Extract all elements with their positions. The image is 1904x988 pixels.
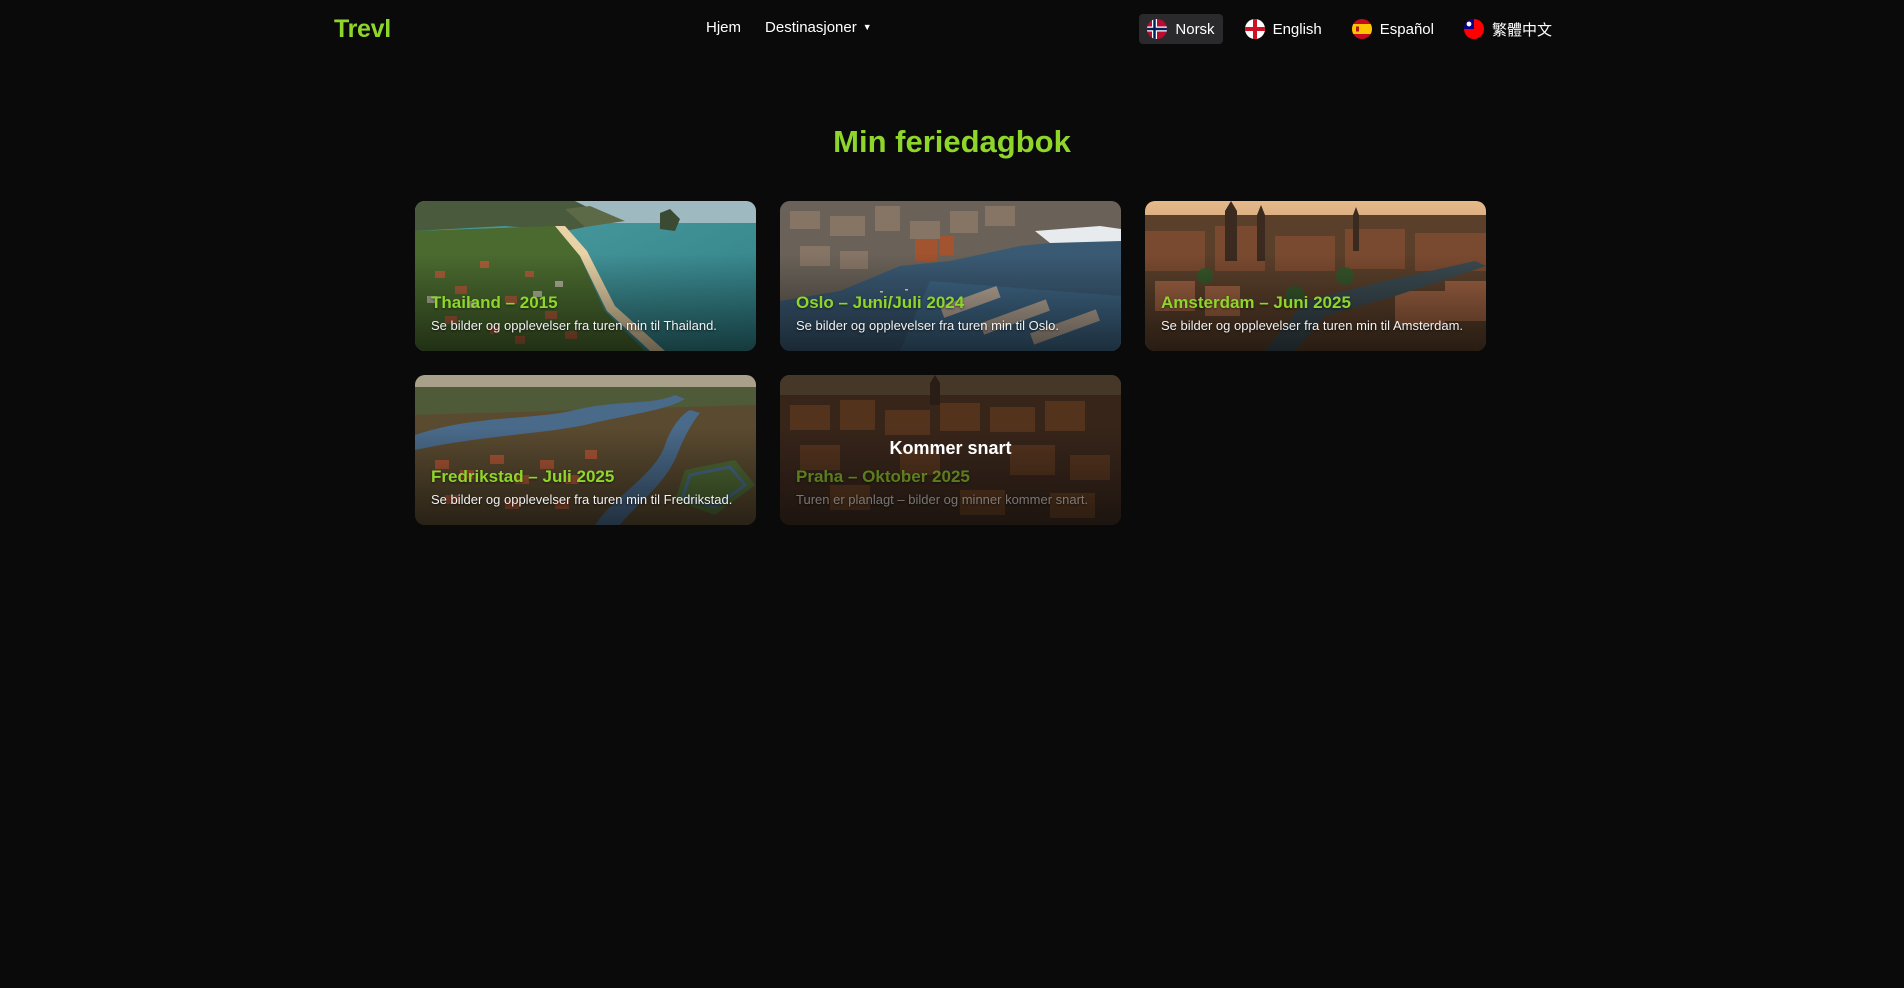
card-description: Se bilder og opplevelser fra turen min t… xyxy=(431,492,733,507)
brand-logo[interactable]: Trevl xyxy=(334,15,391,44)
card-description: Se bilder og opplevelser fra turen min t… xyxy=(431,318,717,333)
card-title: Fredrikstad – Juli 2025 xyxy=(431,467,615,486)
card-description: Turen er planlagt – bilder og minner kom… xyxy=(796,492,1089,507)
main-nav: Hjem Destinasjoner ▼ xyxy=(706,19,872,36)
card-title: Amsterdam – Juni 2025 xyxy=(1161,293,1351,312)
trip-card-thailand[interactable]: Thailand – 2015 Se bilder og opplevelser… xyxy=(415,201,756,351)
norway-flag-icon xyxy=(1147,19,1168,39)
language-option-english[interactable]: English xyxy=(1237,14,1330,44)
trip-card-praha-coming-soon: Praha – Oktober 2025 Turen er planlagt –… xyxy=(780,375,1121,525)
language-label: Norsk xyxy=(1175,20,1215,38)
nav-dropdown-destinations[interactable]: Destinasjoner ▼ xyxy=(765,19,872,36)
trip-card-amsterdam[interactable]: Amsterdam – Juni 2025 Se bilder og opple… xyxy=(1145,201,1486,351)
caret-down-icon: ▼ xyxy=(862,22,872,32)
coming-soon-overlay: Kommer snart xyxy=(889,438,1012,458)
language-option-chinese[interactable]: 繁體中文 xyxy=(1456,14,1560,44)
language-option-norsk[interactable]: Norsk xyxy=(1139,14,1223,44)
language-label: English xyxy=(1272,20,1322,38)
trip-card-oslo[interactable]: Oslo – Juni/Juli 2024 Se bilder og opple… xyxy=(780,201,1121,351)
language-label: Español xyxy=(1379,20,1434,38)
card-title: Praha – Oktober 2025 xyxy=(796,467,970,486)
card-title: Oslo – Juni/Juli 2024 xyxy=(796,293,965,312)
trip-card-fredrikstad[interactable]: Fredrikstad – Juli 2025 Se bilder og opp… xyxy=(415,375,756,525)
card-title: Thailand – 2015 xyxy=(431,293,558,312)
top-navigation-bar: Trevl Hjem Destinasjoner ▼ Norsk English… xyxy=(0,0,1904,58)
card-description: Se bilder og opplevelser fra turen min t… xyxy=(796,318,1060,333)
page-title: Min feriedagbok xyxy=(833,124,1071,159)
taiwan-flag-icon xyxy=(1463,19,1484,39)
language-switcher: Norsk English Español 繁體中文 xyxy=(1139,14,1560,44)
language-label: 繁體中文 xyxy=(1491,21,1552,39)
spain-flag-icon xyxy=(1351,19,1372,39)
language-option-espanol[interactable]: Español xyxy=(1344,14,1442,44)
england-flag-icon xyxy=(1244,19,1265,39)
card-description: Se bilder og opplevelser fra turen min t… xyxy=(1161,318,1464,333)
nav-link-home[interactable]: Hjem xyxy=(706,19,741,36)
nav-destinations-label: Destinasjoner xyxy=(765,19,857,36)
